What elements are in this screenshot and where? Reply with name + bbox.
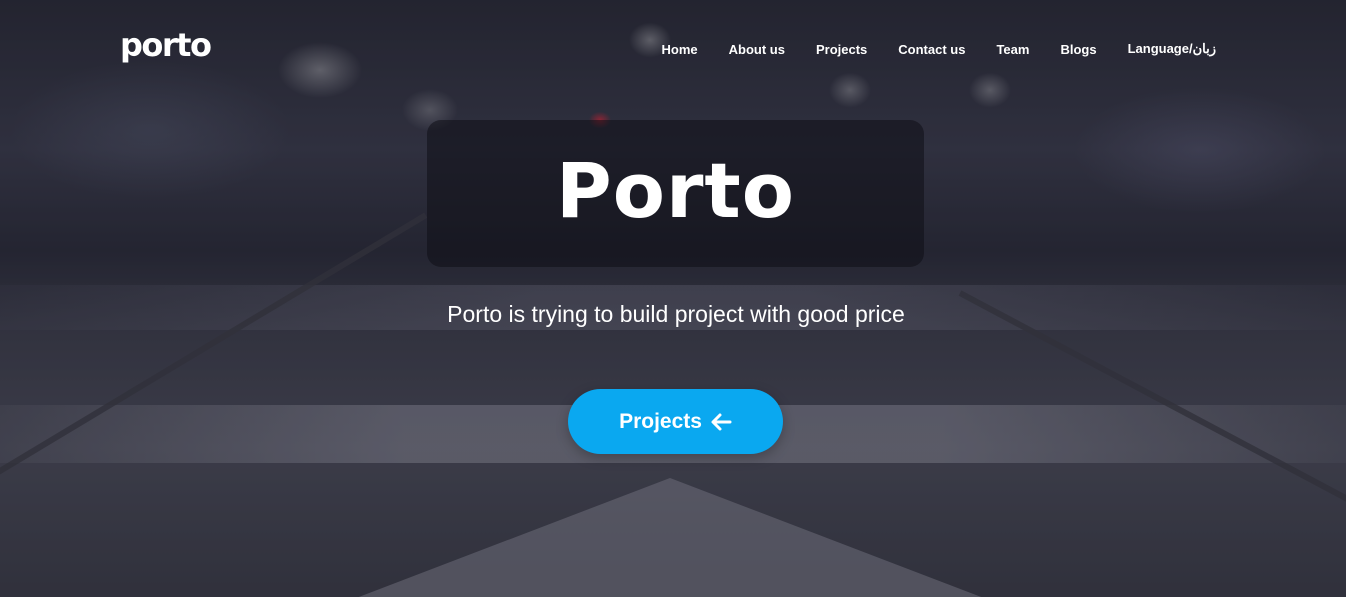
projects-button-label: Projects: [619, 409, 702, 433]
main-nav: Home About us Projects Contact us Team B…: [631, 41, 1216, 57]
nav-home[interactable]: Home: [662, 42, 698, 57]
site-logo[interactable]: porto: [120, 26, 212, 64]
hero-subtitle: Porto is trying to build project with go…: [447, 301, 905, 327]
nav-language[interactable]: Language/زبان: [1128, 41, 1216, 57]
nav-blogs[interactable]: Blogs: [1060, 42, 1096, 57]
arrow-left-icon: [710, 412, 732, 432]
nav-projects[interactable]: Projects: [816, 42, 867, 57]
nav-contact-us[interactable]: Contact us: [898, 42, 965, 57]
background-overlay: [0, 0, 1346, 597]
projects-button[interactable]: Projects: [568, 389, 783, 454]
hero-section: porto Home About us Projects Contact us …: [0, 0, 1346, 597]
hero-title: Porto: [556, 146, 795, 235]
nav-about-us[interactable]: About us: [729, 42, 785, 57]
nav-team[interactable]: Team: [996, 42, 1029, 57]
hero-title-box: Porto: [427, 120, 924, 267]
